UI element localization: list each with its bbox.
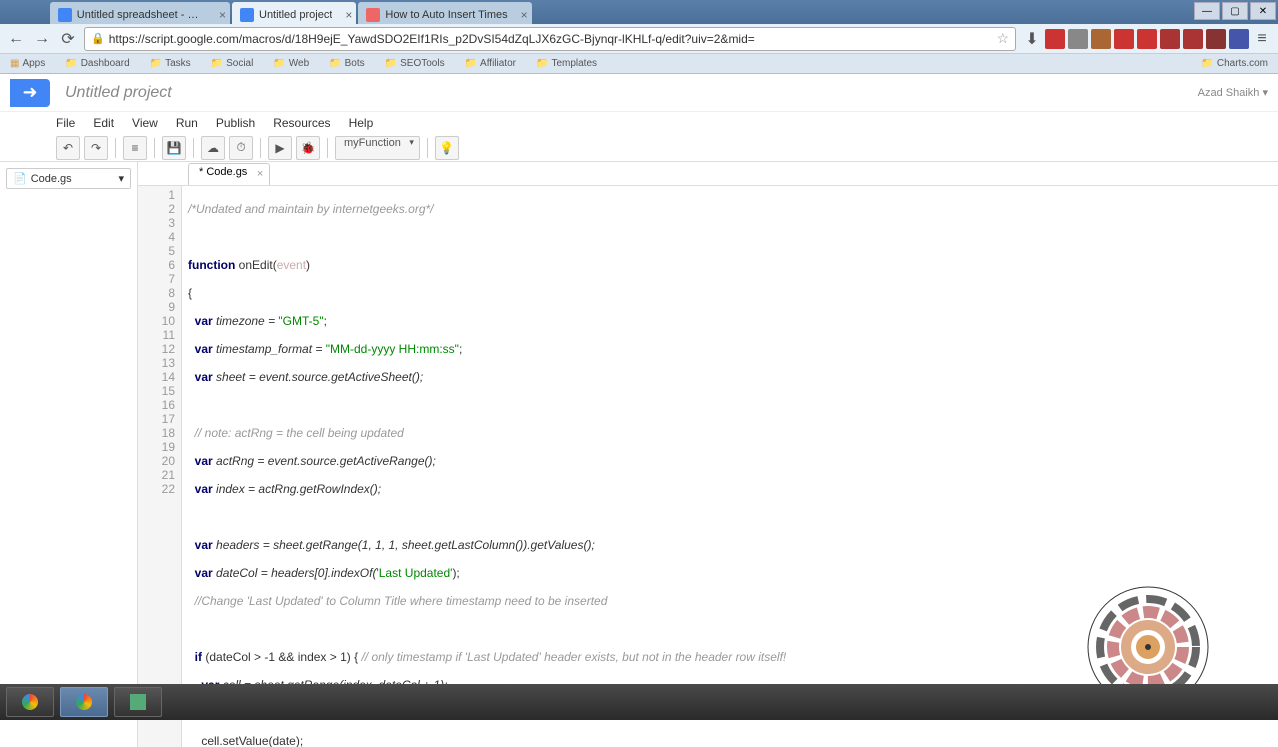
close-icon[interactable]: × [219,8,226,22]
url-input[interactable] [109,32,993,46]
close-icon[interactable]: × [257,168,263,180]
bookmark-folder[interactable]: 📁Bots [329,58,364,69]
tab-title: Untitled spreadsheet - Goo [77,9,206,21]
bookmark-folder[interactable]: 📁Web [273,58,309,69]
browser-tab-3[interactable]: How to Auto Insert Times × [358,2,531,24]
bookmark-folder[interactable]: 📁Tasks [150,58,191,69]
taskbar-chrome-2[interactable] [60,687,108,717]
debug-button[interactable]: 🐞 [296,136,320,160]
redo-button[interactable]: ↷ [84,136,108,160]
function-select[interactable]: myFunction [335,136,420,160]
extension-icon[interactable] [1068,29,1088,49]
menu-publish[interactable]: Publish [216,116,255,130]
indent-button[interactable]: ≡ [123,136,147,160]
bookmark-star-icon[interactable]: ☆ [996,30,1009,47]
close-icon[interactable]: × [345,8,352,22]
menu-run[interactable]: Run [176,116,198,130]
menu-view[interactable]: View [132,116,158,130]
save-button[interactable]: 💾 [162,136,186,160]
extension-icon[interactable] [1091,29,1111,49]
file-selector[interactable]: 📄Code.gs ▾ [6,168,131,189]
file-sidebar: 📄Code.gs ▾ [0,162,138,747]
bookmark-folder[interactable]: 📁Dashboard [65,58,129,69]
extension-icon[interactable] [1229,29,1249,49]
extension-icon[interactable] [1183,29,1203,49]
undo-button[interactable]: ↶ [56,136,80,160]
back-button[interactable]: ← [6,29,26,49]
taskbar-app[interactable] [114,687,162,717]
bookmark-folder[interactable]: 📁Templates [536,58,597,69]
file-icon: 📄 [13,172,27,185]
taskbar-chrome-1[interactable] [6,687,54,717]
extension-icon[interactable] [1206,29,1226,49]
project-title[interactable]: Untitled project [65,84,1198,102]
bookmark-folder[interactable]: 📁Affiliator [465,58,516,69]
menu-file[interactable]: File [56,116,75,130]
user-menu[interactable]: Azad Shaikh ▾ [1198,86,1268,99]
chevron-down-icon: ▾ [118,172,124,185]
tab-favicon [240,8,254,22]
extension-icon[interactable] [1137,29,1157,49]
close-button[interactable]: ✕ [1250,2,1276,20]
browser-tab-1[interactable]: Untitled spreadsheet - Goo × [50,2,230,24]
forward-button[interactable]: → [32,29,52,49]
bookmark-folder[interactable]: 📁SEOTools [385,58,445,69]
reload-button[interactable]: ⟳ [58,29,78,49]
close-icon[interactable]: × [521,8,528,22]
bookmark-folder[interactable]: 📁Charts.com [1201,58,1268,69]
tab-favicon [366,8,380,22]
extension-icon[interactable] [1114,29,1134,49]
download-icon[interactable]: ⬇ [1022,29,1042,49]
minimize-button[interactable]: — [1194,2,1220,20]
deploy-button[interactable]: ☁ [201,136,225,160]
bookmark-apps[interactable]: ▦Apps [10,58,45,69]
extension-icon[interactable] [1045,29,1065,49]
tab-title: Untitled project [259,9,332,21]
menu-icon[interactable]: ≡ [1252,29,1272,49]
address-bar[interactable]: 🔒 ☆ [84,27,1016,51]
editor-tab-code[interactable]: * Code.gs × [188,163,270,185]
menu-resources[interactable]: Resources [273,116,330,130]
line-gutter: 12345678910111213141516171819202122 [138,186,182,747]
menu-edit[interactable]: Edit [93,116,114,130]
triggers-button[interactable]: ⏱ [229,136,253,160]
tab-title: How to Auto Insert Times [385,9,507,21]
apps-script-logo: ➜ [10,79,50,107]
browser-tab-2[interactable]: Untitled project × [232,2,356,24]
bookmark-folder[interactable]: 📁Social [211,58,254,69]
extension-icon[interactable] [1160,29,1180,49]
help-button[interactable]: 💡 [435,136,459,160]
lock-icon: 🔒 [91,32,105,45]
tab-favicon [58,8,72,22]
run-button[interactable]: ▶ [268,136,292,160]
menu-help[interactable]: Help [349,116,374,130]
maximize-button[interactable]: ▢ [1222,2,1248,20]
